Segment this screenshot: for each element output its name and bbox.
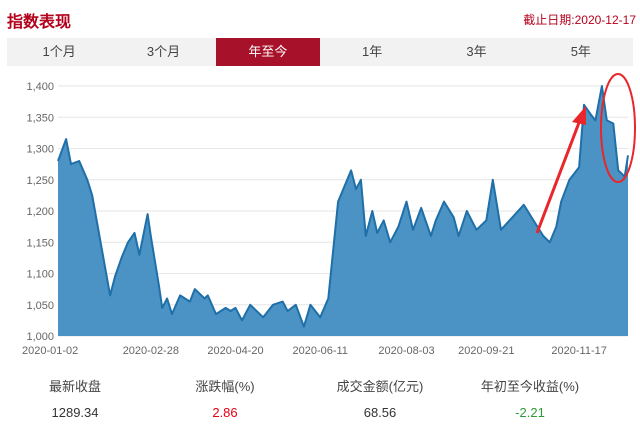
stat-label: 成交金额(亿元) bbox=[336, 379, 424, 394]
as-of-date: 截止日期:2020-12-17 bbox=[523, 13, 636, 27]
annotation-arrow-head bbox=[572, 106, 586, 125]
y-tick-label: 1,000 bbox=[26, 331, 54, 343]
tab-1y[interactable]: 1年 bbox=[320, 38, 424, 66]
x-axis-ticks: 2020-01-02 2020-02-28 2020-04-20 2020-06-11… bbox=[22, 345, 607, 357]
stat-ytd-return: 年初至今收益(%) -2.21 bbox=[455, 376, 605, 420]
y-axis-ticks: 1,000 1,050 1,100 1,150 1,200 1,250 1,300 1,350… bbox=[26, 81, 54, 343]
tab-1m[interactable]: 1个月 bbox=[7, 38, 111, 66]
stat-latest-close: 最新收盘 1289.34 bbox=[0, 376, 150, 420]
page-title: 指数表现 bbox=[7, 14, 72, 31]
stat-value: 68.56 bbox=[363, 405, 397, 420]
y-tick-label: 1,100 bbox=[26, 269, 54, 281]
x-tick-label: 2020-02-28 bbox=[123, 345, 179, 357]
x-tick-label: 2020-01-02 bbox=[22, 345, 78, 357]
y-tick-label: 1,300 bbox=[26, 144, 54, 156]
stat-label: 最新收盘 bbox=[48, 379, 101, 394]
stats-row: 最新收盘 1289.34 涨跌幅(%) 2.86 成交金额(亿元) 68.56 … bbox=[0, 376, 640, 426]
x-tick-label: 2020-06-11 bbox=[292, 345, 347, 357]
header: 指数表现 截止日期:2020-12-17 bbox=[0, 0, 640, 34]
y-tick-label: 1,250 bbox=[26, 175, 54, 187]
stat-change-pct: 涨跌幅(%) 2.86 bbox=[150, 376, 300, 420]
stat-value: 2.86 bbox=[212, 405, 238, 420]
tab-3y[interactable]: 3年 bbox=[424, 38, 528, 66]
tab-ytd[interactable]: 年至今 bbox=[215, 38, 320, 66]
y-tick-label: 1,200 bbox=[26, 206, 54, 218]
stat-turnover: 成交金额(亿元) 68.56 bbox=[305, 376, 455, 420]
stat-value: 1289.34 bbox=[51, 405, 99, 420]
x-tick-label: 2020-09-21 bbox=[458, 345, 514, 357]
stat-label: 涨跌幅(%) bbox=[195, 379, 255, 394]
x-tick-label: 2020-08-03 bbox=[378, 345, 434, 357]
y-tick-label: 1,400 bbox=[26, 81, 54, 93]
stat-label: 年初至今收益(%) bbox=[480, 379, 580, 394]
y-tick-label: 1,150 bbox=[26, 237, 54, 249]
y-tick-label: 1,350 bbox=[26, 112, 54, 124]
stat-value: -2.21 bbox=[515, 405, 545, 420]
x-tick-label: 2020-11-17 bbox=[551, 345, 606, 357]
x-tick-label: 2020-04-20 bbox=[207, 345, 263, 357]
index-chart: 1,000 1,050 1,100 1,150 1,200 1,250 1,300 1,350… bbox=[22, 73, 636, 357]
period-tabs: 1个月 3个月 年至今 1年 3年 5年 bbox=[7, 38, 633, 66]
tab-5y[interactable]: 5年 bbox=[529, 38, 633, 66]
y-tick-label: 1,050 bbox=[26, 300, 54, 312]
tab-3m[interactable]: 3个月 bbox=[111, 38, 215, 66]
